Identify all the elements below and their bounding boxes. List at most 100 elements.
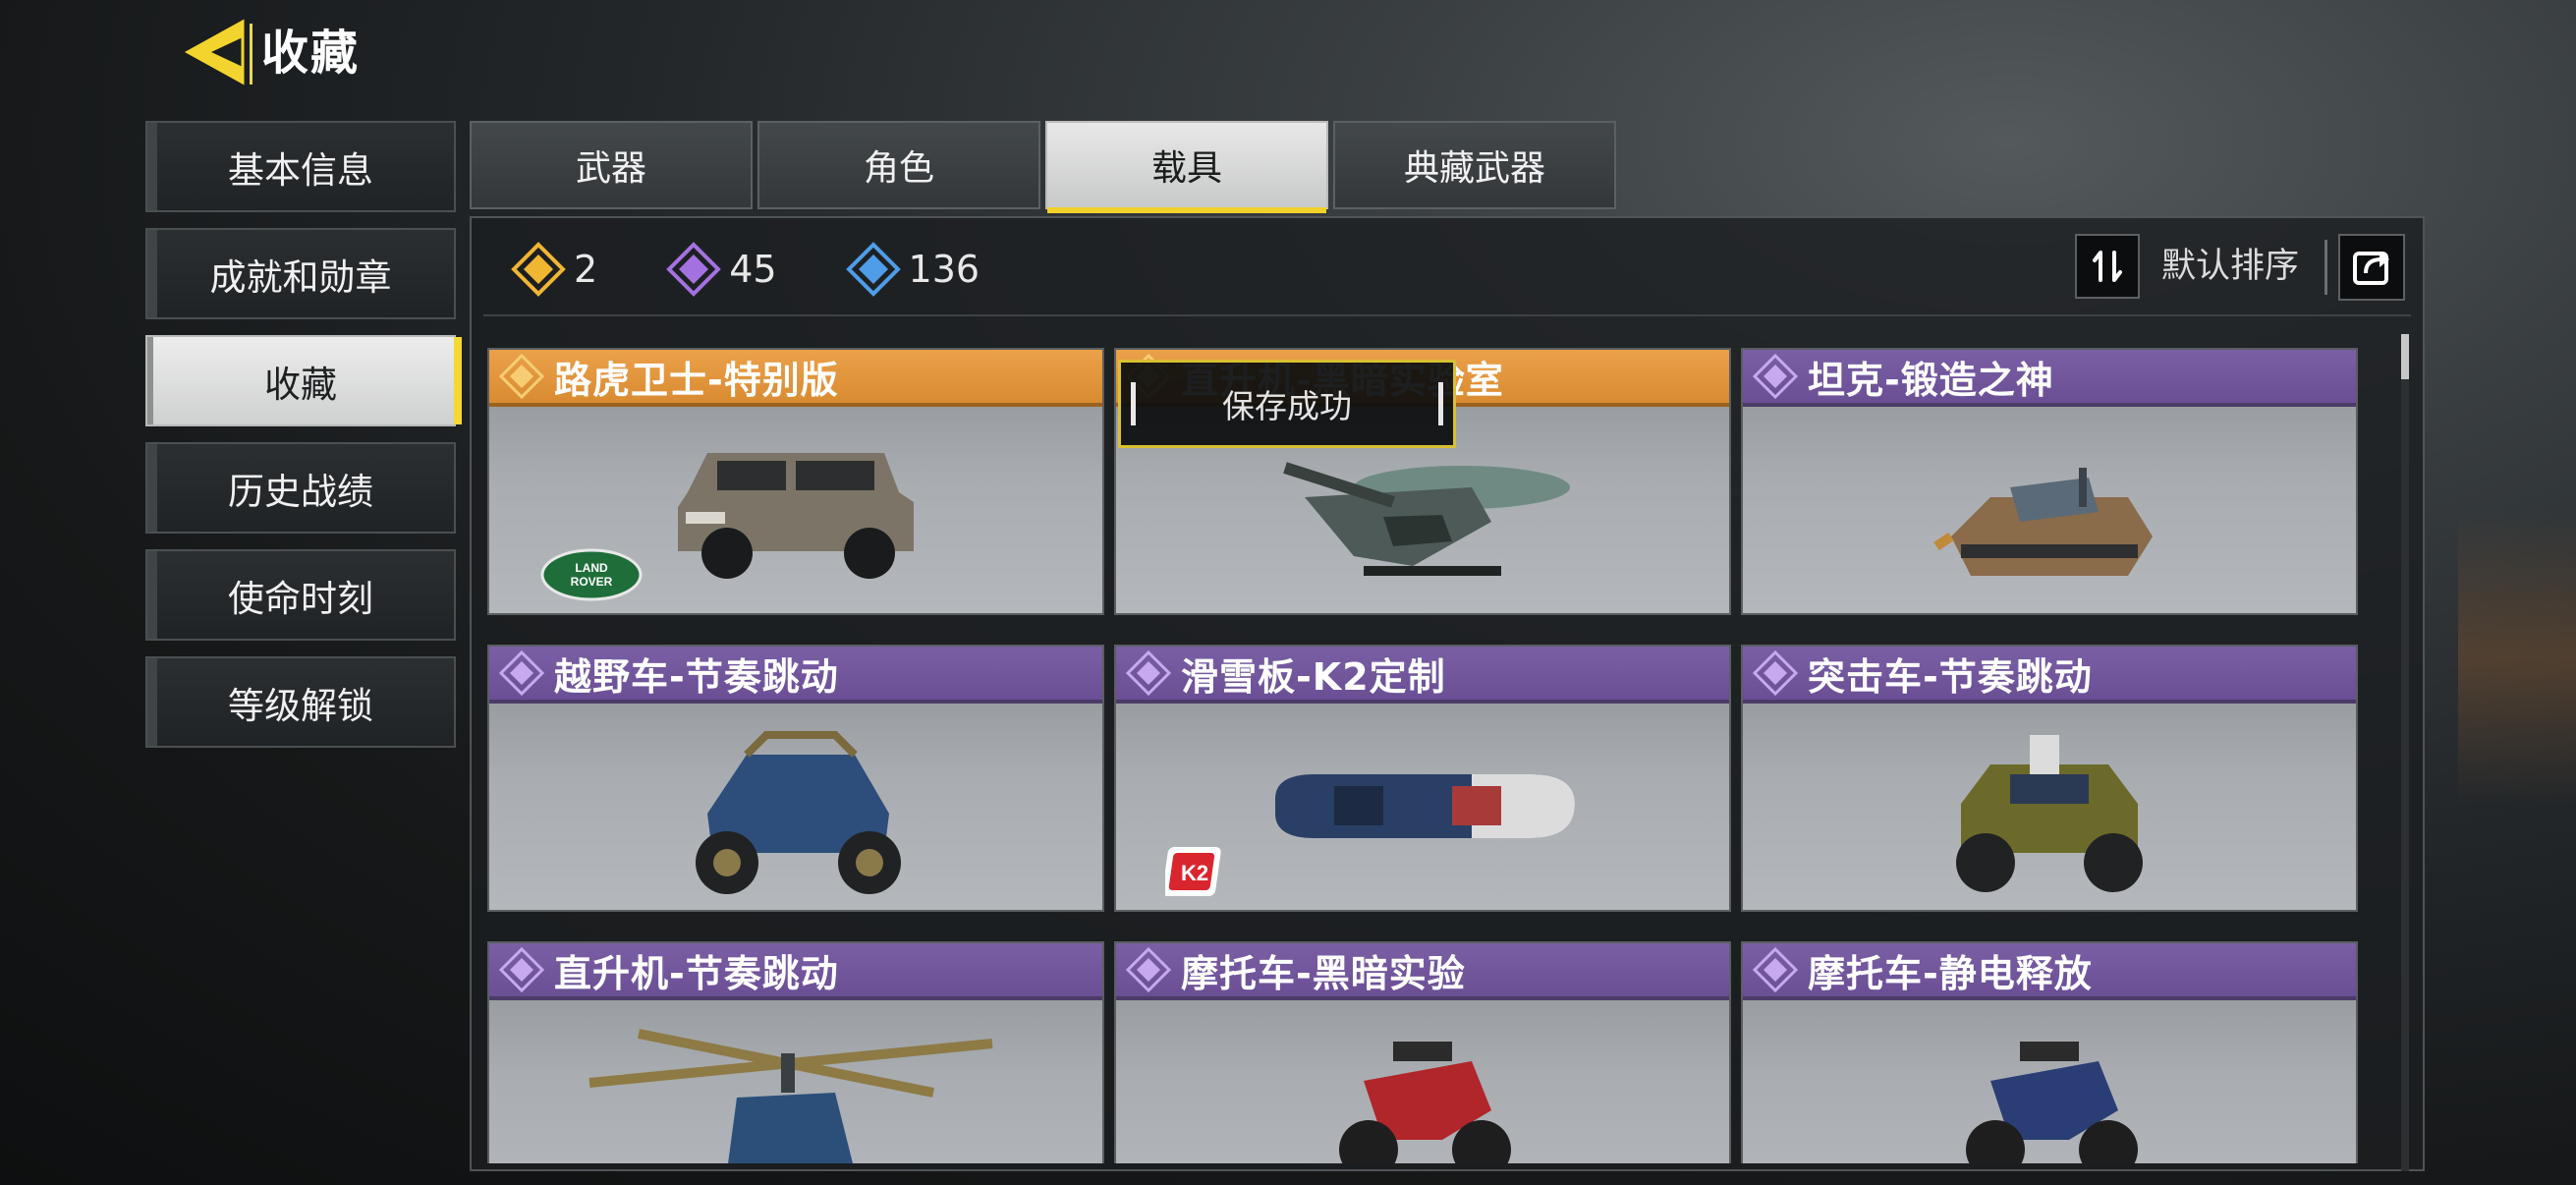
gold-diamond-icon [511, 242, 566, 297]
back-button[interactable] [183, 18, 248, 86]
save-success-toast: 保存成功 [1118, 360, 1456, 448]
vehicle-card[interactable]: 直升机-节奏跳动 [487, 941, 1104, 1163]
tab-vehicles[interactable]: 载具 [1045, 121, 1328, 213]
svg-text:K2: K2 [1181, 861, 1208, 885]
vehicle-grid: 路虎卫士-特别版 LAND ROVER 坦克-锻造之神 越野车-节奏跳动 滑雪板… [487, 348, 2364, 1163]
tab-label: 载具 [1150, 148, 1222, 189]
rarity-diamond-icon [499, 354, 544, 399]
helicopter-icon [1283, 462, 1570, 576]
nav-item-level-unlock[interactable]: 等级解锁 [145, 656, 456, 748]
vehicle-name: 滑雪板-K2定制 [1181, 654, 1446, 699]
nav-item-label: 收藏 [264, 363, 337, 406]
card-header: 直升机-节奏跳动 [489, 943, 1102, 1000]
panel-separator [483, 314, 2411, 316]
card-header: 突击车-节奏跳动 [1743, 647, 2356, 704]
vehicle-name: 摩托车-黑暗实验 [1181, 951, 1466, 995]
sort-divider [2324, 240, 2327, 295]
rarity-diamond-icon [1126, 650, 1171, 696]
vehicle-image [1116, 1004, 1729, 1163]
rarity-diamond-icon [499, 947, 544, 992]
category-tabs: 武器 角色 载具 典藏武器 [470, 121, 1621, 213]
nav-item-label: 成就和勋章 [209, 255, 392, 299]
nav-item-label: 历史战绩 [228, 470, 373, 513]
vehicle-name: 路虎卫士-特别版 [554, 358, 839, 402]
sort-toggle-button[interactable] [2075, 234, 2140, 299]
sort-toggle-icon [2093, 251, 2122, 282]
count-epic: 45 [666, 242, 777, 297]
share-button[interactable] [2338, 234, 2405, 301]
motorcycle-icon [1966, 1042, 2138, 1163]
svg-text:LAND: LAND [575, 561, 608, 575]
tank-icon [1933, 468, 2153, 576]
tab-label: 角色 [863, 148, 934, 189]
nav-item-collection[interactable]: 收藏 [145, 335, 462, 426]
vehicle-image [489, 1004, 1102, 1163]
blue-diamond-icon [845, 242, 901, 297]
page-title: 收藏 [261, 26, 361, 81]
vehicle-image [1743, 1004, 2356, 1163]
left-nav: 基本信息 成就和勋章 收藏 历史战绩 使命时刻 等级解锁 [145, 121, 462, 763]
nav-item-match-history[interactable]: 历史战绩 [145, 442, 456, 534]
count-value: 45 [729, 248, 777, 291]
vehicle-card[interactable]: 路虎卫士-特别版 LAND ROVER [487, 348, 1104, 615]
card-header: 摩托车-黑暗实验 [1116, 943, 1729, 1000]
vehicle-name: 直升机-节奏跳动 [554, 951, 839, 995]
count-rare: 136 [845, 242, 980, 297]
rarity-diamond-icon [499, 650, 544, 696]
svg-text:ROVER: ROVER [571, 575, 613, 589]
card-header: 路虎卫士-特别版 [489, 350, 1102, 407]
vehicle-image [1743, 707, 2356, 910]
rarity-diamond-icon [1753, 354, 1798, 399]
nav-item-duty-moments[interactable]: 使命时刻 [145, 549, 456, 641]
vehicle-card[interactable]: 越野车-节奏跳动 [487, 645, 1104, 912]
card-header: 越野车-节奏跳动 [489, 647, 1102, 704]
sort-dropdown[interactable]: 默认排序 [2161, 234, 2299, 299]
tab-collector-weapons[interactable]: 典藏武器 [1333, 121, 1616, 209]
buggy-icon [696, 731, 901, 894]
nav-item-label: 等级解锁 [228, 684, 373, 727]
tab-label: 典藏武器 [1403, 148, 1545, 189]
nav-item-label: 使命时刻 [228, 577, 373, 620]
assault-vehicle-icon [1956, 735, 2143, 892]
count-legendary: 2 [511, 242, 597, 297]
scroll-thumb[interactable] [2401, 334, 2409, 379]
suv-icon [678, 453, 914, 579]
vehicle-image [489, 707, 1102, 910]
tab-weapons[interactable]: 武器 [470, 121, 753, 209]
count-value: 2 [574, 248, 598, 291]
nav-item-label: 基本信息 [228, 148, 373, 192]
tab-characters[interactable]: 角色 [757, 121, 1040, 209]
vehicle-card[interactable]: 坦克-锻造之神 [1741, 348, 2358, 615]
vehicle-name: 越野车-节奏跳动 [554, 654, 839, 699]
nav-item-basic-info[interactable]: 基本信息 [145, 121, 456, 212]
count-value: 136 [908, 248, 980, 291]
back-arrow-icon [184, 19, 245, 85]
vehicle-card[interactable]: 摩托车-黑暗实验 [1114, 941, 1731, 1163]
rarity-diamond-icon [1126, 947, 1171, 992]
card-header: 摩托车-静电释放 [1743, 943, 2356, 1000]
k2-logo: K2 [1162, 843, 1226, 904]
rarity-diamond-icon [1753, 650, 1798, 696]
card-header: 坦克-锻造之神 [1743, 350, 2356, 407]
vehicle-card[interactable]: 突击车-节奏跳动 [1741, 645, 2358, 912]
purple-diamond-icon [666, 242, 722, 297]
nav-item-achievements[interactable]: 成就和勋章 [145, 228, 456, 319]
land-rover-logo: LAND ROVER [540, 548, 643, 605]
vehicle-card[interactable]: 摩托车-静电释放 [1741, 941, 2358, 1163]
grid-scrollbar[interactable] [2401, 334, 2409, 1171]
motorcycle-icon [1339, 1042, 1511, 1163]
tab-label: 武器 [575, 148, 646, 189]
vehicle-card[interactable]: 滑雪板-K2定制 K2 [1114, 645, 1731, 912]
title-divider [250, 24, 252, 85]
snowboard-icon [1275, 774, 1575, 838]
vehicle-name: 突击车-节奏跳动 [1808, 654, 2093, 699]
helicopter-icon [588, 1029, 993, 1163]
rarity-diamond-icon [1753, 947, 1798, 992]
card-header: 滑雪板-K2定制 [1116, 647, 1729, 704]
vehicle-name: 摩托车-静电释放 [1808, 951, 2093, 995]
vehicle-image [1743, 411, 2356, 613]
background-glow [2458, 511, 2576, 806]
share-icon [2353, 252, 2389, 285]
vehicle-name: 坦克-锻造之神 [1808, 358, 2054, 402]
rarity-counts: 2 45 136 [511, 240, 1048, 299]
